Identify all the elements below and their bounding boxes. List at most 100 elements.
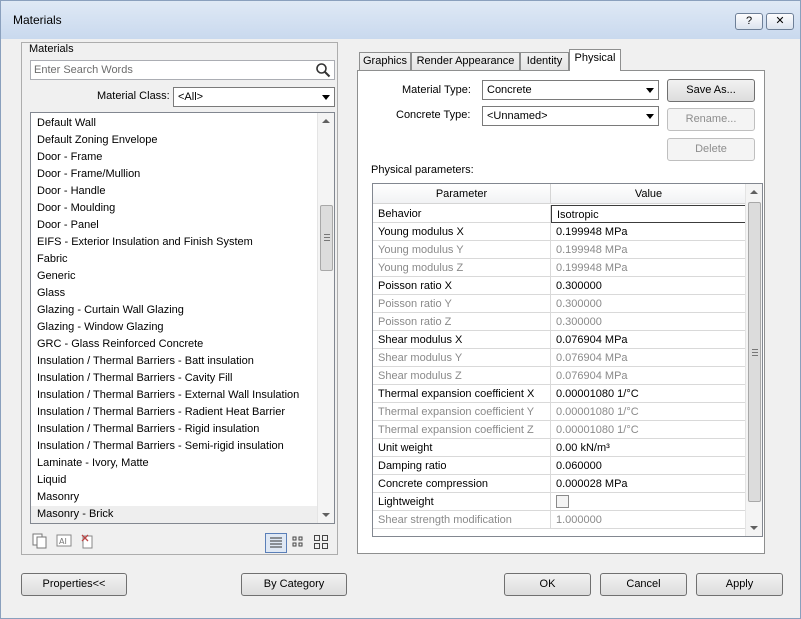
scroll-up-icon[interactable] [322,119,330,123]
tab-render-appearance[interactable]: Render Appearance [411,52,520,71]
close-icon: ✕ [775,15,785,27]
parameter-row[interactable]: Thermal expansion coefficient Y 0.0000108… [373,403,746,421]
parameter-row[interactable]: Shear modulus Z 0.076904 MPa [373,367,746,385]
grid-scrollbar[interactable] [745,184,762,536]
parameter-row[interactable]: Damping ratio 0.060000 [373,457,746,475]
large-icons-view-icon[interactable] [313,534,329,553]
duplicate-icon[interactable] [32,533,48,552]
delete-material-icon[interactable] [80,533,96,552]
lightweight-checkbox[interactable] [556,494,569,508]
list-item[interactable]: Door - Handle [31,183,334,200]
parameter-value[interactable]: 0.300000 [551,313,746,331]
scroll-thumb[interactable] [320,205,333,271]
parameter-row[interactable]: Unit weight 0.00 kN/m³ [373,439,746,457]
list-item[interactable]: Glazing - Curtain Wall Glazing [31,302,334,319]
parameter-value[interactable]: 0.300000 [551,277,746,295]
list-item[interactable]: Default Wall [31,115,334,132]
parameter-row[interactable]: Thermal expansion coefficient Z 0.0000108… [373,421,746,439]
parameter-value[interactable]: 0.060000 [551,457,746,475]
list-item[interactable]: Insulation / Thermal Barriers - Radient … [31,404,334,421]
physical-parameters-grid[interactable]: Parameter Value Behavior Isotropic Young m… [372,183,763,537]
parameter-row[interactable]: Behavior Isotropic [373,205,746,223]
parameter-value[interactable]: 0.199948 MPa [551,223,746,241]
materials-list[interactable]: Default Wall Default Zoning Envelope Door … [30,112,335,524]
list-item[interactable]: Masonry [31,489,334,506]
list-item[interactable]: Masonry - Brick [31,506,334,523]
parameter-row[interactable]: Shear modulus Y 0.076904 MPa [373,349,746,367]
list-item[interactable]: Fabric [31,251,334,268]
parameter-value[interactable]: 0.076904 MPa [551,349,746,367]
rename-icon[interactable]: AI [56,533,72,552]
parameter-row[interactable]: Concrete compression 0.000028 MPa [373,475,746,493]
material-class-select[interactable]: <All> [173,87,335,107]
parameter-value[interactable]: 0.000028 MPa [551,475,746,493]
search-icon[interactable] [315,62,331,78]
parameter-value[interactable]: 0.076904 MPa [551,331,746,349]
list-item[interactable]: Laminate - Ivory, Matte [31,455,334,472]
list-item[interactable]: Insulation / Thermal Barriers - Cavity F… [31,370,334,387]
list-item[interactable]: EIFS - Exterior Insulation and Finish Sy… [31,234,334,251]
scroll-down-icon[interactable] [750,526,758,530]
parameter-row[interactable]: Thermal expansion coefficient X 0.0000108… [373,385,746,403]
parameter-row[interactable]: Lightweight [373,493,746,511]
list-view-icon[interactable] [265,533,287,553]
list-item[interactable]: Insulation / Thermal Barriers - Batt ins… [31,353,334,370]
material-type-select[interactable]: Concrete [482,80,659,100]
parameter-value[interactable]: 0.300000 [551,295,746,313]
list-item[interactable]: Insulation / Thermal Barriers - External… [31,387,334,404]
parameter-row[interactable]: Poisson ratio Y 0.300000 [373,295,746,313]
grid-scroll-thumb[interactable] [748,202,761,502]
small-icons-view-icon[interactable] [291,535,305,552]
list-item[interactable]: Door - Moulding [31,200,334,217]
parameter-row[interactable]: Young modulus X 0.199948 MPa [373,223,746,241]
cancel-button[interactable]: Cancel [600,573,687,596]
column-header-parameter[interactable]: Parameter [373,184,551,204]
list-item[interactable]: Insulation / Thermal Barriers - Rigid in… [31,421,334,438]
list-item[interactable]: GRC - Glass Reinforced Concrete [31,336,334,353]
search-input[interactable]: Enter Search Words [30,60,335,80]
parameter-row[interactable]: Shear modulus X 0.076904 MPa [373,331,746,349]
parameter-value[interactable]: 0.199948 MPa [551,241,746,259]
list-scrollbar[interactable] [317,113,334,523]
save-as-button[interactable]: Save As... [667,79,755,102]
apply-button[interactable]: Apply [696,573,783,596]
concrete-type-select[interactable]: <Unnamed> [482,106,659,126]
parameter-row[interactable]: Poisson ratio X 0.300000 [373,277,746,295]
close-button[interactable]: ✕ [766,13,794,30]
scroll-down-icon[interactable] [322,513,330,517]
delete-button[interactable]: Delete [667,138,755,161]
list-item[interactable]: Default Zoning Envelope [31,132,334,149]
list-item[interactable]: Glass [31,285,334,302]
list-item[interactable]: Door - Frame/Mullion [31,166,334,183]
concrete-type-label: Concrete Type: [396,109,471,121]
tab-identity[interactable]: Identity [520,52,569,71]
list-item[interactable]: Door - Panel [31,217,334,234]
tab-physical[interactable]: Physical [569,49,621,71]
parameter-value[interactable]: 0.199948 MPa [551,259,746,277]
parameter-value[interactable]: 0.00001080 1/°C [551,403,746,421]
parameter-row[interactable]: Poisson ratio Z 0.300000 [373,313,746,331]
by-category-button[interactable]: By Category [241,573,347,596]
parameter-value[interactable]: 0.00001080 1/°C [551,421,746,439]
parameter-row[interactable]: Shear strength modification 1.000000 [373,511,746,529]
list-item[interactable]: Glazing - Window Glazing [31,319,334,336]
parameter-row[interactable]: Young modulus Y 0.199948 MPa [373,241,746,259]
ok-button[interactable]: OK [504,573,591,596]
list-item[interactable]: Generic [31,268,334,285]
rename-button[interactable]: Rename... [667,108,755,131]
parameter-value[interactable]: 1.000000 [551,511,746,529]
properties-button[interactable]: Properties<< [21,573,127,596]
help-button[interactable]: ? [735,13,763,30]
tab-graphics[interactable]: Graphics [359,52,411,71]
list-item[interactable]: Liquid [31,472,334,489]
parameter-value[interactable] [551,493,746,511]
list-item[interactable]: Door - Frame [31,149,334,166]
column-header-value[interactable]: Value [551,184,746,204]
scroll-up-icon[interactable] [750,190,758,194]
parameter-value[interactable]: 0.00 kN/m³ [551,439,746,457]
parameter-value[interactable]: 0.00001080 1/°C [551,385,746,403]
parameter-value[interactable]: 0.076904 MPa [551,367,746,385]
parameter-value[interactable]: Isotropic [551,205,746,223]
list-item[interactable]: Insulation / Thermal Barriers - Semi-rig… [31,438,334,455]
parameter-row[interactable]: Young modulus Z 0.199948 MPa [373,259,746,277]
